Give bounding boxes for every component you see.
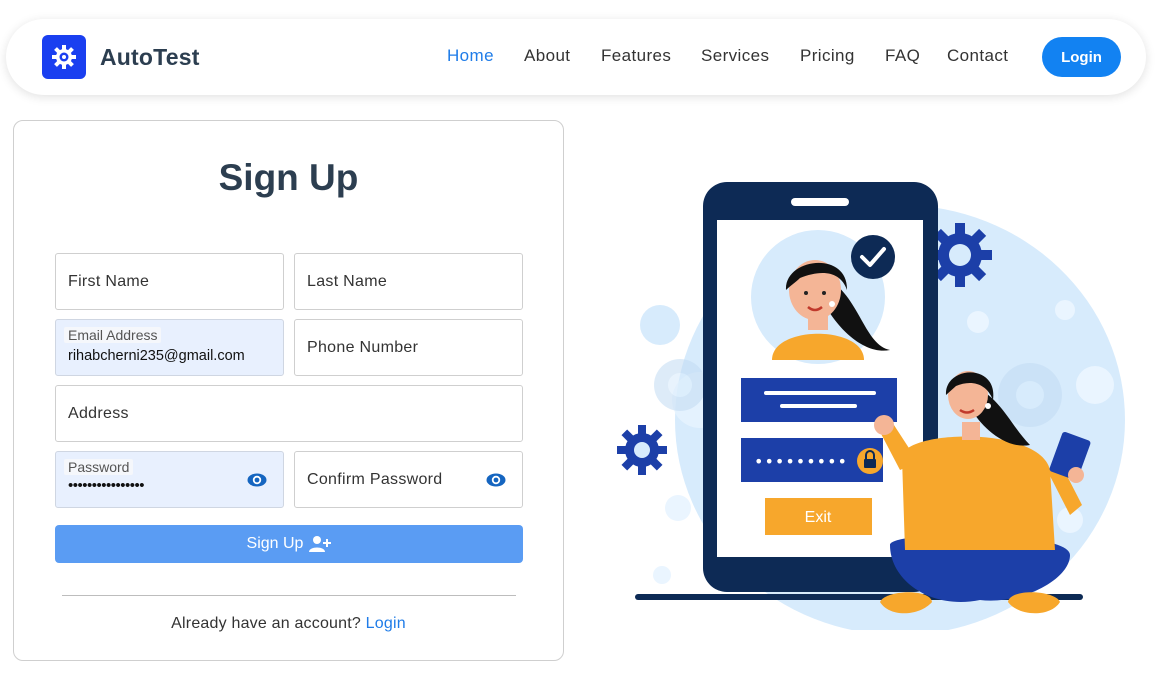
user-plus-icon: [309, 536, 332, 552]
address-field[interactable]: Address: [55, 385, 523, 442]
nav-item-services[interactable]: Services: [701, 46, 769, 66]
nav-links: Home About Features Services Pricing FAQ…: [6, 46, 1146, 68]
last-name-placeholder: Last Name: [307, 273, 388, 290]
signup-button[interactable]: Sign Up: [55, 525, 523, 563]
email-field[interactable]: Email Address rihabcherni235@gmail.com: [55, 319, 284, 376]
login-prompt-text: Already have an account?: [171, 615, 361, 632]
password-value: ••••••••••••••••: [68, 477, 145, 494]
login-prompt: Already have an account? Login: [14, 615, 563, 633]
nav-login-button[interactable]: Login: [1042, 37, 1121, 77]
phone-field[interactable]: Phone Number: [294, 319, 523, 376]
illustration-password-dots: •••••••••: [754, 452, 848, 471]
confirm-password-field[interactable]: Confirm Password: [294, 451, 523, 508]
eye-icon[interactable]: [247, 471, 267, 489]
gear-icon: [617, 425, 667, 475]
email-label: Email Address: [64, 327, 162, 343]
nav-item-features[interactable]: Features: [601, 46, 671, 66]
address-placeholder: Address: [68, 405, 129, 422]
phone-placeholder: Phone Number: [307, 339, 419, 356]
confirm-password-placeholder: Confirm Password: [307, 471, 443, 488]
nav-item-contact[interactable]: Contact: [947, 46, 1008, 66]
last-name-field[interactable]: Last Name: [294, 253, 523, 310]
first-name-field[interactable]: First Name: [55, 253, 284, 310]
nav-item-home[interactable]: Home: [447, 46, 494, 66]
signup-illustration: ••••••••• Exit: [617, 182, 1125, 630]
email-value: rihabcherni235@gmail.com: [68, 348, 245, 364]
illustration-exit-label: Exit: [805, 509, 832, 526]
divider: [62, 595, 516, 596]
eye-icon[interactable]: [486, 471, 506, 489]
signup-button-label: Sign Up: [246, 535, 304, 552]
nav-item-pricing[interactable]: Pricing: [800, 46, 855, 66]
nav-item-about[interactable]: About: [524, 46, 570, 66]
navbar: AutoTest Home About Features Services Pr…: [6, 19, 1146, 95]
password-label: Password: [64, 459, 134, 475]
password-field[interactable]: Password ••••••••••••••••: [55, 451, 284, 508]
login-link[interactable]: Login: [366, 615, 406, 632]
first-name-placeholder: First Name: [68, 273, 150, 290]
signup-card: Sign Up First Name Last Name Email Addre…: [13, 120, 564, 661]
nav-item-faq[interactable]: FAQ: [885, 46, 920, 66]
page-title: Sign Up: [218, 157, 359, 198]
